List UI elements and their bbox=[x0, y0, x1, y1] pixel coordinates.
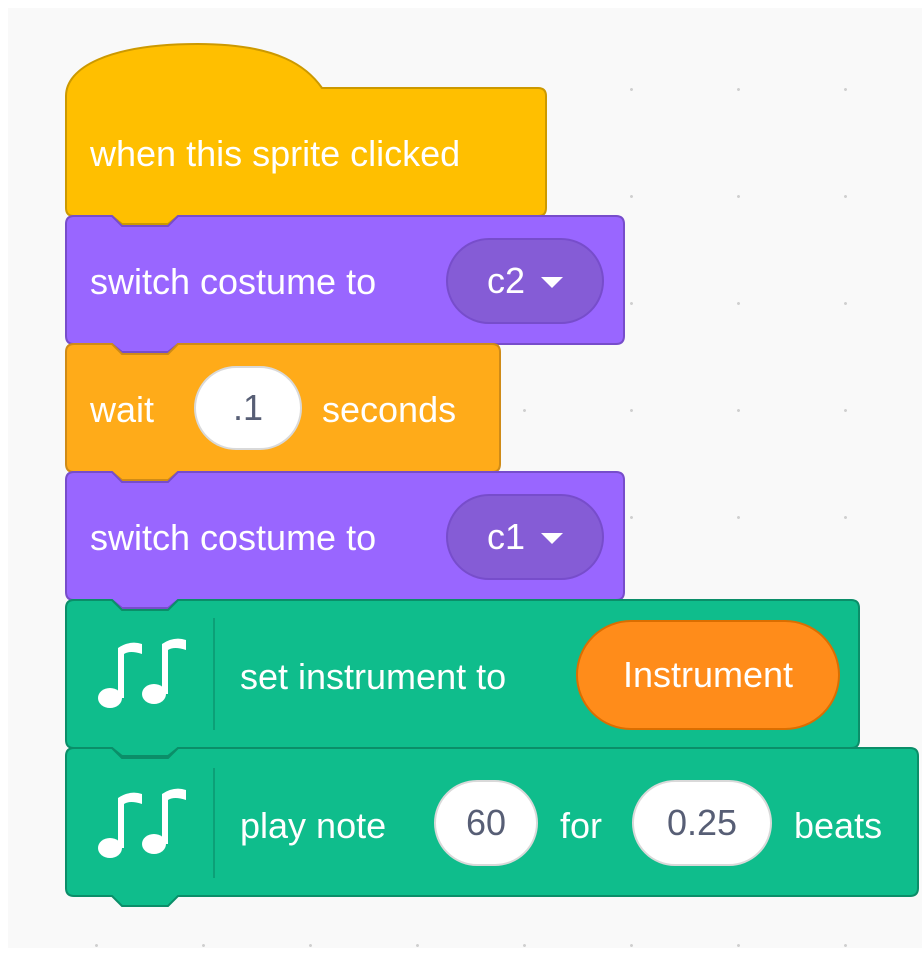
icon-separator bbox=[213, 618, 215, 730]
switch-costume-label: switch costume to bbox=[90, 261, 377, 302]
code-workspace[interactable]: when this sprite clicked switch costume … bbox=[8, 8, 922, 948]
beats-input[interactable]: 0.25 bbox=[632, 780, 772, 866]
wait-seconds-input[interactable]: .1 bbox=[194, 366, 302, 450]
beats-value: 0.25 bbox=[666, 802, 738, 843]
note-input[interactable]: 60 bbox=[434, 780, 538, 866]
hat-block-label: when this sprite clicked bbox=[90, 133, 461, 174]
costume-dropdown[interactable]: c2 bbox=[446, 238, 604, 324]
instrument-reporter[interactable]: Instrument bbox=[576, 620, 840, 730]
play-note-label: play note bbox=[240, 805, 387, 846]
costume-dropdown-value: c1 bbox=[486, 516, 526, 557]
switch-costume-label: switch costume to bbox=[90, 517, 377, 558]
beats-label: beats bbox=[794, 805, 883, 846]
music-notes-icon bbox=[98, 788, 186, 858]
instrument-reporter-label: Instrument bbox=[622, 654, 794, 695]
for-label: for bbox=[560, 805, 603, 846]
music-notes-icon bbox=[98, 638, 186, 708]
icon-separator bbox=[213, 768, 215, 878]
wait-seconds-value: .1 bbox=[232, 387, 264, 428]
costume-dropdown-value: c2 bbox=[486, 260, 526, 301]
set-instrument-label: set instrument to bbox=[240, 656, 507, 697]
dropdown-caret-icon bbox=[541, 277, 564, 288]
note-value: 60 bbox=[465, 802, 507, 843]
costume-dropdown[interactable]: c1 bbox=[446, 494, 604, 580]
wait-seconds-suffix: seconds bbox=[322, 389, 457, 430]
dropdown-caret-icon bbox=[541, 533, 564, 544]
wait-label: wait bbox=[90, 389, 155, 430]
